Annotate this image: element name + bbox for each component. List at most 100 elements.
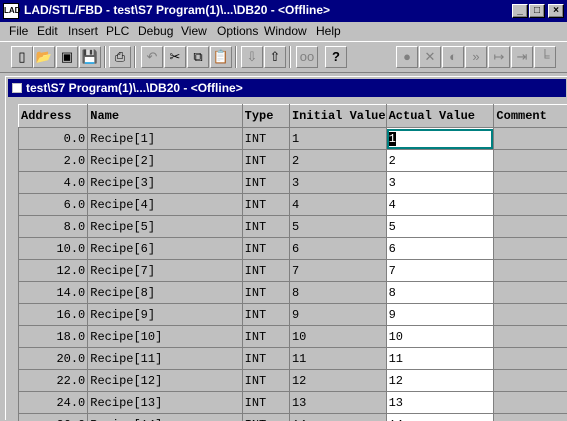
- edit-cursor-value[interactable]: 1: [389, 132, 396, 146]
- cell-initial-value: 5: [289, 216, 386, 238]
- menu-help[interactable]: Help: [316, 24, 341, 38]
- column-header-initial-value[interactable]: Initial Value: [289, 105, 386, 128]
- ladder-arrow-icon[interactable]: »: [465, 46, 487, 68]
- print-icon[interactable]: ⎙: [109, 46, 131, 68]
- cell-actual-value[interactable]: 10: [386, 326, 494, 348]
- cell-actual-value[interactable]: 9: [386, 304, 494, 326]
- cell-comment[interactable]: [494, 172, 567, 194]
- menu-window[interactable]: Window: [264, 24, 307, 38]
- upload-icon[interactable]: ⇧: [264, 46, 286, 68]
- cell-name: Recipe[3]: [88, 172, 242, 194]
- table-row[interactable]: 12.0Recipe[7]INT77: [19, 260, 567, 282]
- child-title-bar[interactable]: test\S7 Program(1)\...\DB20 - <Offline>: [8, 79, 566, 97]
- help-context-icon[interactable]: ?: [325, 46, 347, 68]
- cell-comment[interactable]: [494, 282, 567, 304]
- cut-icon[interactable]: ✂: [164, 46, 186, 68]
- minimize-button[interactable]: _: [512, 4, 528, 18]
- save-icon[interactable]: 💾: [79, 46, 101, 68]
- menu-file[interactable]: File: [9, 24, 28, 38]
- ladder-close-branch-icon[interactable]: ↦: [488, 46, 510, 68]
- menu-view[interactable]: View: [181, 24, 207, 38]
- table-row[interactable]: 22.0Recipe[12]INT1212: [19, 370, 567, 392]
- cell-comment[interactable]: [494, 194, 567, 216]
- column-header-actual-value[interactable]: Actual Value: [386, 105, 494, 128]
- table-row[interactable]: 0.0Recipe[1]INT11: [19, 128, 567, 150]
- column-header-comment[interactable]: Comment: [494, 105, 567, 128]
- open-icon[interactable]: 📂: [33, 46, 55, 68]
- cell-address: 12.0: [19, 260, 88, 282]
- load-icon[interactable]: ⇩: [241, 46, 263, 68]
- cell-comment[interactable]: [494, 260, 567, 282]
- column-header-address[interactable]: Address: [19, 105, 88, 128]
- cell-actual-value[interactable]: 4: [386, 194, 494, 216]
- table-row[interactable]: 16.0Recipe[9]INT99: [19, 304, 567, 326]
- accessible-nodes-icon[interactable]: ▣: [56, 46, 78, 68]
- table-row[interactable]: 14.0Recipe[8]INT88: [19, 282, 567, 304]
- cell-actual-value[interactable]: 11: [386, 348, 494, 370]
- toolbar-separator: [235, 46, 237, 68]
- cell-type: INT: [242, 238, 289, 260]
- table-row[interactable]: 8.0Recipe[5]INT55: [19, 216, 567, 238]
- cell-address: 16.0: [19, 304, 88, 326]
- mdi-child-window: test\S7 Program(1)\...\DB20 - <Offline> …: [5, 76, 567, 420]
- cell-comment[interactable]: [494, 216, 567, 238]
- cell-comment[interactable]: [494, 304, 567, 326]
- cell-comment[interactable]: [494, 370, 567, 392]
- cell-address: 6.0: [19, 194, 88, 216]
- cell-comment[interactable]: [494, 128, 567, 150]
- toolbar-separator: [134, 46, 136, 68]
- menu-options[interactable]: Options: [217, 24, 258, 38]
- menu-debug[interactable]: Debug: [138, 24, 173, 38]
- column-header-name[interactable]: Name: [88, 105, 242, 128]
- ladder-open-branch-icon[interactable]: ✕: [419, 46, 441, 68]
- new-icon[interactable]: ▯: [11, 46, 33, 68]
- cell-comment[interactable]: [494, 348, 567, 370]
- cell-actual-value[interactable]: 1: [386, 128, 494, 150]
- copy-icon[interactable]: ⧉: [187, 46, 209, 68]
- ladder-coil-icon[interactable]: ◐: [442, 46, 464, 68]
- table-row[interactable]: 2.0Recipe[2]INT22: [19, 150, 567, 172]
- cell-actual-value[interactable]: 5: [386, 216, 494, 238]
- monitor-icon[interactable]: oo: [296, 46, 318, 68]
- data-block-table: Address Name Type Initial Value Actual V…: [18, 104, 567, 421]
- cell-name: Recipe[7]: [88, 260, 242, 282]
- menu-plc[interactable]: PLC: [106, 24, 129, 38]
- column-header-type[interactable]: Type: [242, 105, 289, 128]
- close-button[interactable]: ×: [548, 4, 564, 18]
- app-title-bar[interactable]: LAD LAD/STL/FBD - test\S7 Program(1)\...…: [0, 0, 567, 22]
- cell-initial-value: 10: [289, 326, 386, 348]
- cell-actual-value[interactable]: 12: [386, 370, 494, 392]
- cell-type: INT: [242, 348, 289, 370]
- table-row[interactable]: 24.0Recipe[13]INT1313: [19, 392, 567, 414]
- table-row[interactable]: 10.0Recipe[6]INT66: [19, 238, 567, 260]
- table-row[interactable]: 20.0Recipe[11]INT1111: [19, 348, 567, 370]
- cell-actual-value[interactable]: 8: [386, 282, 494, 304]
- cell-initial-value: 6: [289, 238, 386, 260]
- paste-icon[interactable]: 📋: [210, 46, 232, 68]
- ladder-network-icon[interactable]: ⇥: [511, 46, 533, 68]
- cell-actual-value[interactable]: 13: [386, 392, 494, 414]
- cell-initial-value: 13: [289, 392, 386, 414]
- cell-actual-value[interactable]: 6: [386, 238, 494, 260]
- cell-address: 2.0: [19, 150, 88, 172]
- cell-actual-value[interactable]: 3: [386, 172, 494, 194]
- ladder-box-icon[interactable]: ╘: [534, 46, 556, 68]
- ladder-contact-icon[interactable]: ●: [396, 46, 418, 68]
- cell-name: Recipe[10]: [88, 326, 242, 348]
- menu-edit[interactable]: Edit: [37, 24, 58, 38]
- cell-actual-value[interactable]: 2: [386, 150, 494, 172]
- cell-comment[interactable]: [494, 150, 567, 172]
- table-row[interactable]: 18.0Recipe[10]INT1010: [19, 326, 567, 348]
- undo-icon[interactable]: ↶: [141, 46, 163, 68]
- cell-comment[interactable]: [494, 326, 567, 348]
- cell-actual-value[interactable]: 7: [386, 260, 494, 282]
- maximize-button[interactable]: □: [529, 4, 545, 18]
- table-row[interactable]: 6.0Recipe[4]INT44: [19, 194, 567, 216]
- cell-comment[interactable]: [494, 392, 567, 414]
- menu-insert[interactable]: Insert: [68, 24, 98, 38]
- child-window-icon[interactable]: [12, 83, 22, 93]
- lad-stl-fbd-app-icon[interactable]: LAD: [3, 3, 19, 19]
- table-row[interactable]: 4.0Recipe[3]INT33: [19, 172, 567, 194]
- cell-comment[interactable]: [494, 238, 567, 260]
- cell-type: INT: [242, 128, 289, 150]
